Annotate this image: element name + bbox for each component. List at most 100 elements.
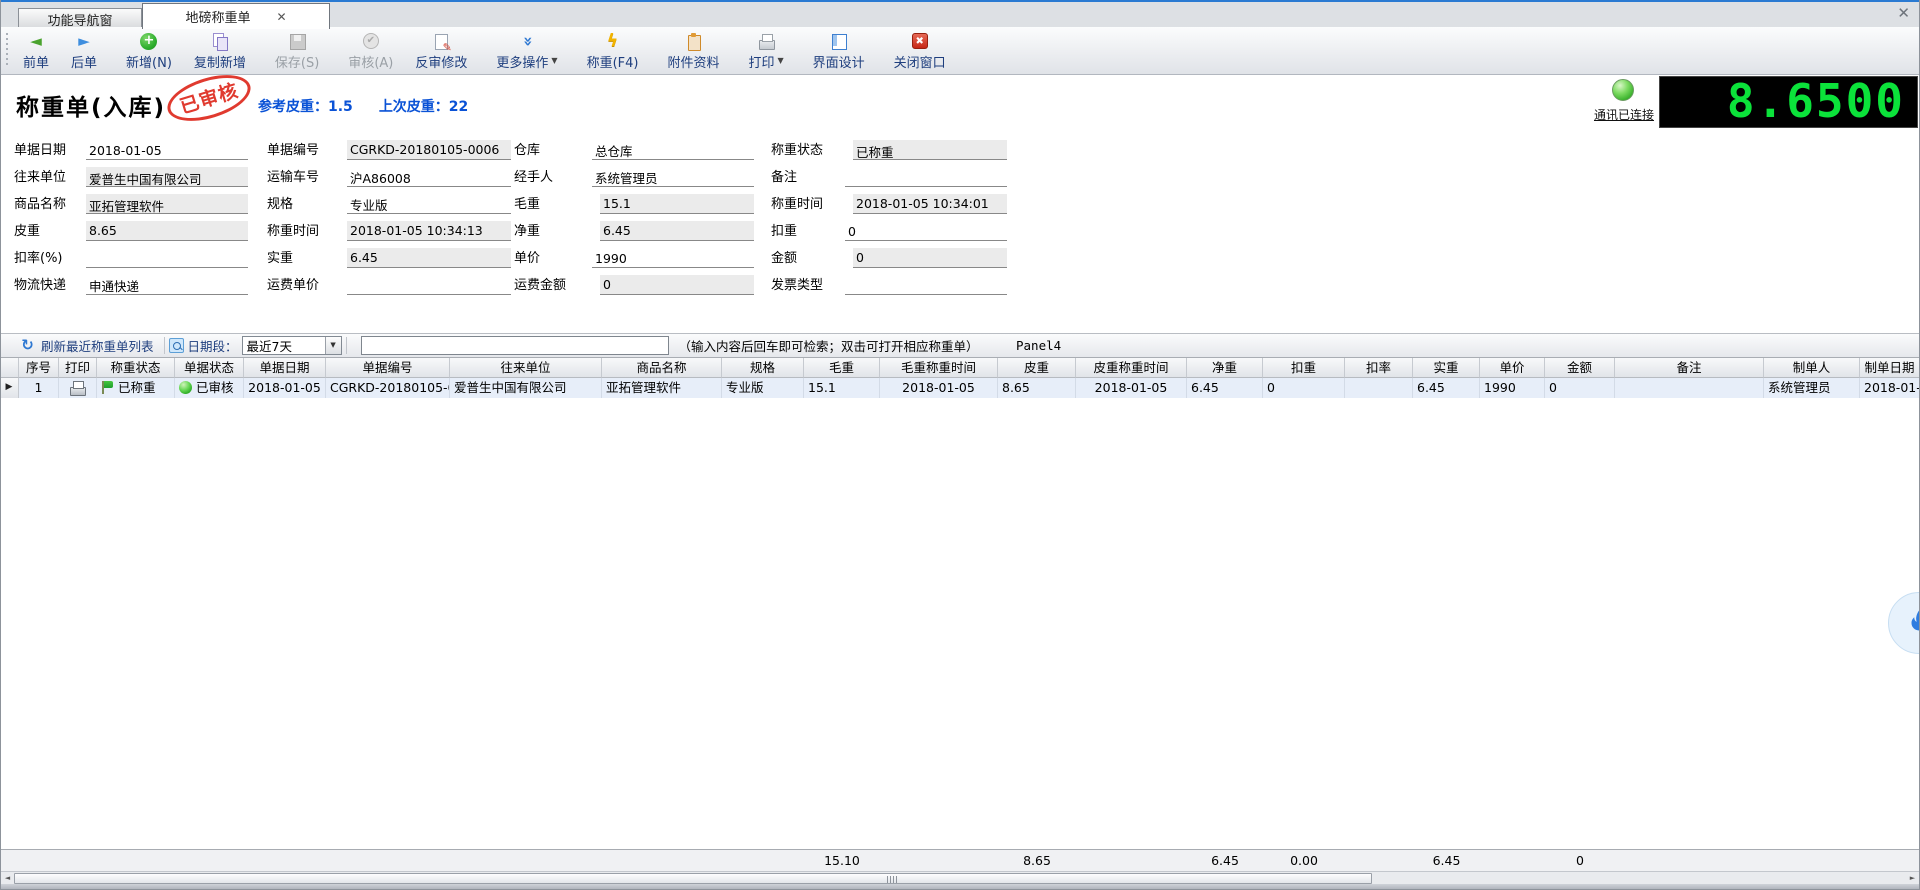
field-label: 规格	[267, 193, 347, 214]
save-button[interactable]: 保存(S)	[264, 29, 330, 73]
readonly-field: 15.1	[600, 194, 754, 214]
more-button[interactable]: «更多操作▼	[485, 29, 568, 73]
input-field[interactable]	[86, 248, 248, 268]
grid-col-备注[interactable]: 备注	[1615, 358, 1764, 378]
input-field[interactable]	[86, 140, 248, 160]
form-row: 单价	[514, 241, 754, 268]
grid-col-往来单位[interactable]: 往来单位	[450, 358, 602, 378]
closewin-button[interactable]: ✖关闭窗口	[883, 29, 957, 73]
input-field[interactable]	[347, 194, 511, 214]
input-field[interactable]	[592, 248, 754, 268]
grid-col-打印[interactable]: 打印	[59, 358, 97, 378]
scrollbar-grip	[887, 876, 897, 883]
scroll-right-icon[interactable]: ►	[1906, 873, 1919, 884]
form-row: 称重时间2018-01-05 10:34:13	[267, 214, 511, 241]
attach-button[interactable]: 附件资料	[656, 29, 730, 73]
form-column-2: 单据编号CGRKD-20180105-0006运输车号规格称重时间2018-01…	[267, 133, 511, 295]
grid-col-毛重[interactable]: 毛重	[804, 358, 880, 378]
grid-col-规格[interactable]: 规格	[722, 358, 804, 378]
grid-body[interactable]	[0, 398, 1920, 849]
edit-button[interactable]: 反审修改	[404, 29, 478, 73]
print-button[interactable]: 打印▼	[737, 29, 794, 73]
connection-status-link[interactable]: 通讯已连接	[1588, 106, 1660, 123]
window-close-button[interactable]: ✕	[1897, 6, 1910, 21]
grid-col-单据状态[interactable]: 单据状态	[175, 358, 244, 378]
row-cell-单价: 1990	[1480, 378, 1545, 398]
scrollbar-thumb[interactable]	[14, 873, 1372, 884]
grid-col-皮重[interactable]: 皮重	[998, 358, 1076, 378]
summary-cell	[97, 850, 175, 871]
field-label: 发票类型	[771, 274, 845, 295]
refresh-list-button[interactable]: ↻ 刷新最近称重单列表	[12, 334, 160, 357]
input-field[interactable]	[347, 167, 511, 187]
form-row: 实重6.45	[267, 241, 511, 268]
toolbar-button-label-row: 关闭窗口	[894, 51, 946, 71]
grid-col-商品名称[interactable]: 商品名称	[602, 358, 722, 378]
printer-icon[interactable]	[69, 380, 86, 395]
prev-button[interactable]: ◄前单	[12, 29, 60, 73]
input-field[interactable]	[845, 275, 1007, 295]
input-field[interactable]	[347, 275, 511, 295]
separator	[164, 337, 165, 354]
readonly-field: 已称重	[853, 140, 1007, 160]
row-cell-皮重: 8.65	[998, 378, 1076, 398]
field-label: 备注	[771, 166, 845, 187]
search-input[interactable]	[361, 336, 669, 355]
grid-col-金额[interactable]: 金额	[1545, 358, 1615, 378]
input-field[interactable]	[86, 275, 248, 295]
grid-header: 序号打印称重状态单据状态单据日期单据编号往来单位商品名称规格毛重毛重称重时间皮重…	[0, 358, 1920, 378]
next-button[interactable]: ►后单	[60, 29, 108, 73]
grid-col-单据编号[interactable]: 单据编号	[326, 358, 450, 378]
field-label: 扣重	[771, 220, 845, 241]
grid-col-毛重称重时间[interactable]: 毛重称重时间	[880, 358, 998, 378]
dropdown-arrow-icon[interactable]: ▼	[551, 56, 557, 65]
summary-cell	[602, 850, 722, 871]
field-label: 运输车号	[267, 166, 347, 187]
form-row: 净重6.45	[514, 214, 754, 241]
input-field[interactable]	[592, 140, 754, 160]
grid-col-实重[interactable]: 实重	[1413, 358, 1480, 378]
toolbar-grip[interactable]	[4, 33, 10, 68]
grid-col-称重状态[interactable]: 称重状态	[97, 358, 175, 378]
summary-cell: 6.45	[1187, 850, 1263, 871]
grid-col-单据日期[interactable]: 单据日期	[244, 358, 326, 378]
audited-status-icon	[179, 381, 192, 394]
audit-button[interactable]: ✔审核(A)	[337, 29, 404, 73]
tab-bar: 功能导航窗 地磅称重单 ✕ ✕	[0, 0, 1920, 27]
row-cell-单据日期: 2018-01-05	[244, 378, 326, 398]
combo-dropdown-icon[interactable]: ▼	[325, 337, 341, 354]
print-icon	[757, 32, 776, 51]
design-button[interactable]: 界面设计	[802, 29, 876, 73]
row-cell-毛重: 15.1	[804, 378, 880, 398]
copy-button[interactable]: 复制新增	[183, 29, 257, 73]
tab-close-icon[interactable]: ✕	[276, 10, 286, 24]
weighed-flag-icon	[101, 381, 114, 394]
scroll-left-icon[interactable]: ◄	[1, 873, 14, 884]
grid-col-selector[interactable]	[0, 358, 19, 378]
grid-col-制单人[interactable]: 制单人	[1764, 358, 1860, 378]
grid-col-净重[interactable]: 净重	[1187, 358, 1263, 378]
toolbar-button-label-row: 复制新增	[194, 51, 246, 71]
toolbar-button-label-row: 新增(N)	[126, 51, 172, 71]
input-field[interactable]	[845, 167, 1007, 187]
field-label: 金额	[771, 247, 853, 268]
dropdown-arrow-icon[interactable]: ▼	[778, 56, 784, 65]
grid-col-序号[interactable]: 序号	[19, 358, 59, 378]
row-cell-称重状态: 已称重	[97, 378, 175, 398]
toolbar-button-label: 新增(N)	[126, 52, 172, 71]
horizontal-scrollbar[interactable]: ◄ ►	[0, 871, 1920, 884]
field-label: 往来单位	[14, 166, 86, 187]
weigh-button[interactable]: ϟ称重(F4)	[576, 29, 650, 73]
table-row[interactable]: ▶1已称重已审核2018-01-05CGRKD-20180105-0006爱普生…	[0, 378, 1920, 398]
tab-function-nav[interactable]: 功能导航窗	[18, 8, 142, 29]
grid-col-扣率[interactable]: 扣率	[1345, 358, 1413, 378]
date-range-select[interactable]: 最近7天 ▼	[242, 336, 342, 355]
grid-col-单价[interactable]: 单价	[1480, 358, 1545, 378]
input-field[interactable]	[845, 221, 1007, 241]
input-field[interactable]	[592, 167, 754, 187]
tab-weighbridge-slip[interactable]: 地磅称重单 ✕	[142, 3, 330, 29]
grid-col-制单日期[interactable]: 制单日期	[1860, 358, 1920, 378]
grid-col-皮重称重时间[interactable]: 皮重称重时间	[1076, 358, 1187, 378]
grid-col-扣重[interactable]: 扣重	[1263, 358, 1345, 378]
add-button[interactable]: +新增(N)	[115, 29, 183, 73]
